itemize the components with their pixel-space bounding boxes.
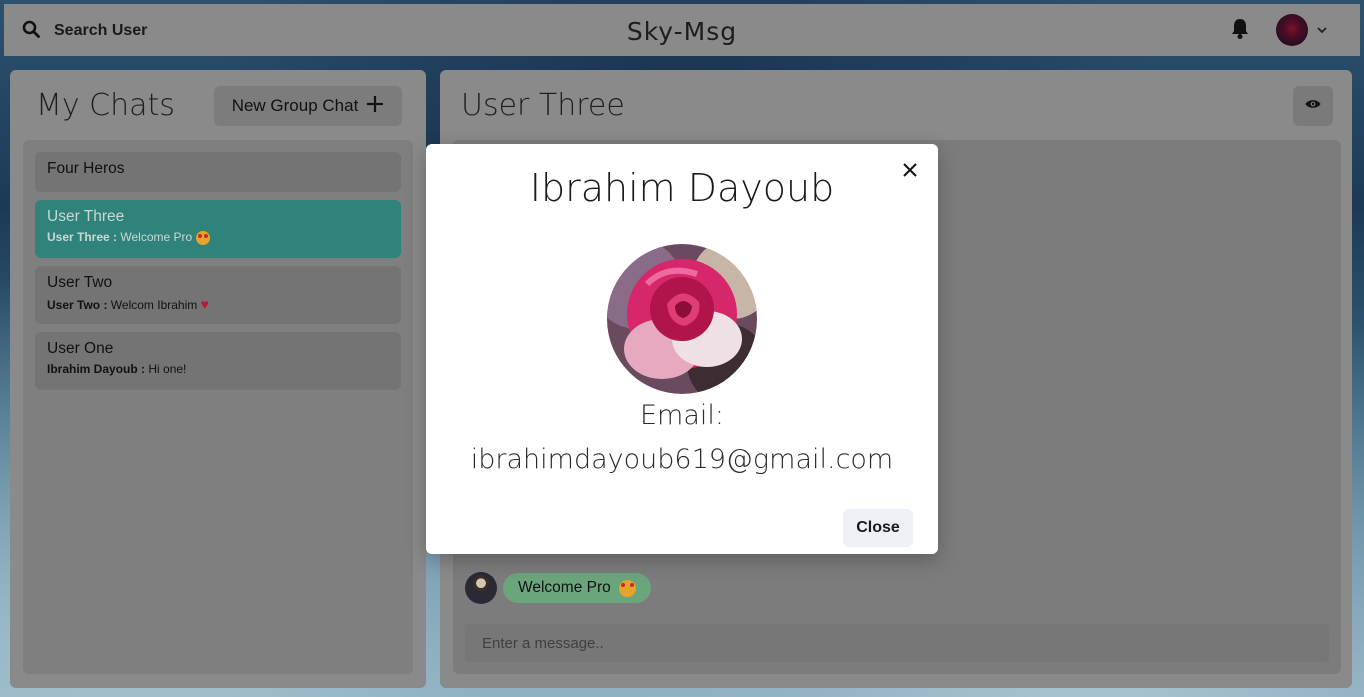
profile-modal: Ibrahim Dayoub Email: ibrahimdayoub619@g… — [426, 144, 938, 554]
profile-avatar — [607, 244, 757, 394]
email-label: Email: — [639, 400, 724, 431]
email-value: ibrahimdayoub619@gmail.com — [470, 444, 894, 475]
close-button[interactable]: Close — [843, 509, 913, 547]
profile-name: Ibrahim Dayoub — [529, 166, 835, 210]
